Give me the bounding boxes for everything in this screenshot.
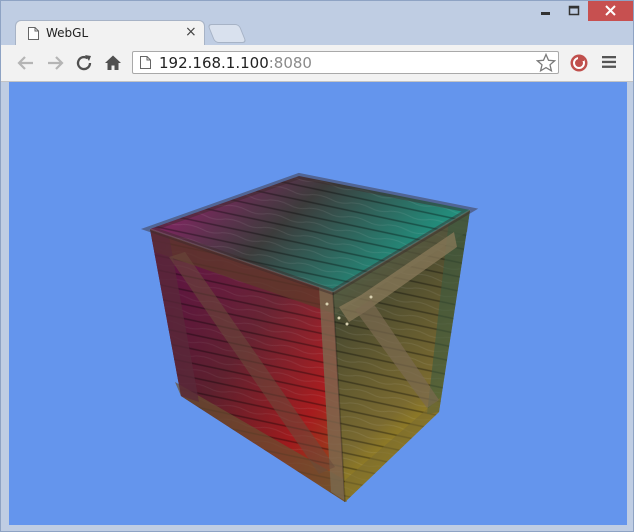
- bookmark-star-icon[interactable]: [536, 53, 556, 73]
- url-text: 192.168.1.100:8080: [159, 54, 312, 72]
- tab-close-icon[interactable]: ×: [185, 24, 197, 40]
- browser-toolbar: 192.168.1.100:8080: [1, 45, 633, 82]
- forward-arrow-icon: [48, 56, 64, 70]
- page-icon: [140, 56, 151, 69]
- back-arrow-icon: [17, 56, 33, 70]
- minimize-button[interactable]: [531, 1, 561, 21]
- page-icon: [28, 27, 39, 40]
- home-button[interactable]: [102, 52, 124, 74]
- menu-icon[interactable]: [601, 55, 617, 69]
- maximize-button[interactable]: [561, 1, 587, 21]
- forward-button[interactable]: [44, 52, 66, 74]
- tab-title: WebGL: [46, 26, 89, 40]
- new-tab-button[interactable]: [207, 24, 247, 43]
- window-close-button[interactable]: [588, 1, 633, 21]
- tab-strip: WebGL ×: [1, 1, 633, 46]
- window-bottom-border: [1, 525, 633, 531]
- reload-icon: [76, 55, 92, 71]
- minimize-icon: [541, 12, 550, 15]
- webgl-canvas[interactable]: [9, 82, 627, 525]
- home-icon: [105, 55, 121, 70]
- reload-button[interactable]: [73, 52, 95, 74]
- close-icon: [605, 5, 616, 16]
- url-port: :8080: [268, 54, 312, 72]
- wooden-crate-cube: [140, 172, 479, 503]
- address-bar[interactable]: 192.168.1.100:8080: [132, 51, 559, 74]
- tab-webgl[interactable]: WebGL ×: [15, 20, 205, 46]
- url-host: 192.168.1.100: [159, 54, 269, 72]
- maximize-icon: [568, 5, 580, 16]
- extension-icon[interactable]: [569, 53, 589, 73]
- back-button[interactable]: [15, 52, 37, 74]
- browser-window: WebGL × 192.168.1.100:8080: [0, 0, 634, 532]
